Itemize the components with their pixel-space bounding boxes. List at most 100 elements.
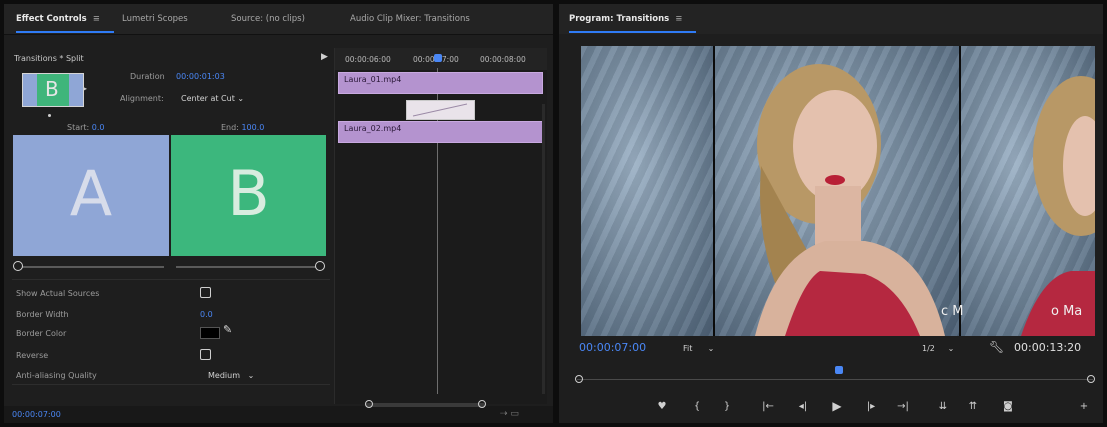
chevron-down-icon: ⌄ <box>947 344 955 353</box>
app-window: Effect Controls ≡ Lumetri Scopes Source: … <box>0 0 1107 427</box>
thumbnail-arrow-right-icon[interactable]: ▸ <box>83 84 87 93</box>
end-slider-track[interactable] <box>176 266 316 268</box>
zoom-left-handle[interactable] <box>365 400 373 408</box>
border-color-swatch[interactable] <box>200 327 220 339</box>
footer-timecode[interactable]: 00:00:07:00 <box>12 410 61 419</box>
insert-icon[interactable]: ⇊ <box>935 401 951 413</box>
chevron-down-icon: ⌄ <box>707 344 715 353</box>
thumbnail-b-letter: B <box>45 77 59 101</box>
woman-figure-center <box>755 64 945 336</box>
wrench-icon[interactable]: 🔧︎ <box>989 340 1004 354</box>
chevron-down-icon: ⌄ <box>247 371 255 380</box>
step-forward-icon[interactable]: |▸ <box>863 401 879 413</box>
end-preview-b: B <box>171 135 326 256</box>
tab-source[interactable]: Source: (no clips) <box>231 14 305 24</box>
go-to-out-icon[interactable]: →| <box>895 401 911 413</box>
tile-a-letter: A <box>69 157 113 230</box>
effect-controls-panel: Effect Controls ≡ Lumetri Scopes Source: … <box>4 4 553 423</box>
mark-out-icon[interactable]: } <box>719 401 735 413</box>
program-video-frame[interactable]: c M o Ma <box>581 46 1095 336</box>
slice-divider-1 <box>713 46 715 336</box>
border-color-label: Border Color <box>16 329 67 338</box>
start-value[interactable]: 0.0 <box>92 123 105 132</box>
tab-effect-controls[interactable]: Effect Controls ≡ <box>16 14 114 33</box>
end-slider-handle[interactable] <box>315 261 325 271</box>
scrub-left-handle[interactable] <box>575 375 583 383</box>
transition-block[interactable] <box>406 100 475 120</box>
alignment-value: Center at Cut <box>181 94 235 103</box>
current-timecode[interactable]: 00:00:07:00 <box>579 341 646 354</box>
show-actual-sources-label: Show Actual Sources <box>16 289 100 298</box>
end-value[interactable]: 100.0 <box>241 123 264 132</box>
alignment-label: Alignment: <box>120 94 164 103</box>
go-to-in-icon[interactable]: |← <box>760 401 776 413</box>
video-slice-left <box>581 46 713 336</box>
button-editor-plus-icon[interactable]: + <box>1076 401 1092 413</box>
start-preview-a: A <box>13 135 169 256</box>
timeline-scrollbar-v[interactable] <box>542 104 545 394</box>
ruler-tick-1: 00:00:06:00 <box>345 55 391 64</box>
clip-top[interactable]: Laura_01.mp4 <box>338 72 543 94</box>
breadcrumb: Transitions * Split <box>14 54 84 63</box>
fit-value: Fit <box>683 344 693 353</box>
show-actual-sources-checkbox[interactable] <box>200 287 211 298</box>
total-duration: 00:00:13:20 <box>1014 341 1082 354</box>
start-slider-track[interactable] <box>18 266 164 268</box>
slice-divider-2 <box>959 46 961 336</box>
mark-in-icon[interactable]: { <box>689 401 705 413</box>
woman-figure-right <box>1021 76 1095 336</box>
divider <box>12 279 330 280</box>
mini-timeline: 00:00:06:00 00:00:07:00 00:00:08:00 Laur… <box>334 48 547 407</box>
timeline-zoom-scrollbar[interactable] <box>365 403 485 407</box>
left-tab-bar: Effect Controls ≡ Lumetri Scopes Source: … <box>4 4 553 35</box>
program-tab-bar: Program: Transitions ≡ <box>559 4 1103 34</box>
panel-menu-icon[interactable]: ≡ <box>93 14 100 24</box>
anti-aliasing-label: Anti-aliasing Quality <box>16 371 97 380</box>
scrub-right-handle[interactable] <box>1087 375 1095 383</box>
add-marker-icon[interactable]: ♥ <box>654 401 670 413</box>
overlay-text-center: c M <box>941 304 964 319</box>
playhead-indicator[interactable] <box>835 366 843 374</box>
tab-label: Effect Controls <box>16 14 87 24</box>
anti-aliasing-value: Medium <box>208 371 240 380</box>
transition-diagonal <box>412 103 468 117</box>
step-back-icon[interactable]: ◂| <box>795 401 811 413</box>
zoom-fit-dropdown[interactable]: Fit ⌄ <box>683 344 714 353</box>
transition-thumbnail[interactable]: B <box>22 73 84 107</box>
left-footer <box>4 406 553 423</box>
playhead-marker[interactable] <box>434 54 442 62</box>
ruler-tick-3: 00:00:08:00 <box>480 55 526 64</box>
resolution-value: 1/2 <box>922 344 935 353</box>
clip-bottom[interactable]: Laura_02.mp4 <box>338 121 543 143</box>
export-frame-camera-icon[interactable]: ◙ <box>1000 401 1016 413</box>
alignment-dropdown[interactable]: Center at Cut ⌄ <box>181 94 244 103</box>
reverse-checkbox[interactable] <box>200 349 211 360</box>
play-icon[interactable]: ▶ <box>829 400 845 412</box>
play-transition-icon[interactable]: ▶ <box>321 52 328 62</box>
end-label-text: End: <box>221 123 239 132</box>
footer-icons[interactable]: ⇢ ▭ <box>500 409 519 419</box>
border-width-value[interactable]: 0.0 <box>200 310 213 319</box>
program-monitor-panel: Program: Transitions ≡ c M o Ma 00:00:07… <box>559 4 1103 423</box>
eyedropper-icon[interactable]: ✎ <box>223 323 232 336</box>
duration-value[interactable]: 00:00:01:03 <box>176 72 225 81</box>
tab-audio-clip-mixer[interactable]: Audio Clip Mixer: Transitions <box>350 14 470 24</box>
panel-menu-icon[interactable]: ≡ <box>675 14 682 24</box>
tab-lumetri-scopes[interactable]: Lumetri Scopes <box>122 14 188 24</box>
thumbnail-dot <box>48 114 51 117</box>
anti-aliasing-dropdown[interactable]: Medium ⌄ <box>208 371 254 380</box>
start-slider-handle[interactable] <box>13 261 23 271</box>
reverse-label: Reverse <box>16 351 49 360</box>
scrub-track[interactable] <box>577 379 1093 380</box>
overwrite-icon[interactable]: ⇈ <box>965 401 981 413</box>
overlay-text-right: o Ma <box>1051 304 1083 319</box>
start-label: Start: 0.0 <box>67 123 105 132</box>
border-width-label: Border Width <box>16 310 69 319</box>
props-divider <box>12 384 330 385</box>
duration-label: Duration <box>130 72 165 81</box>
program-title: Program: Transitions <box>569 14 670 24</box>
tab-program[interactable]: Program: Transitions ≡ <box>569 14 697 33</box>
resolution-dropdown[interactable]: 1/2 ⌄ <box>922 344 954 353</box>
zoom-right-handle[interactable] <box>478 400 486 408</box>
thumbnail-a-half <box>23 74 37 106</box>
